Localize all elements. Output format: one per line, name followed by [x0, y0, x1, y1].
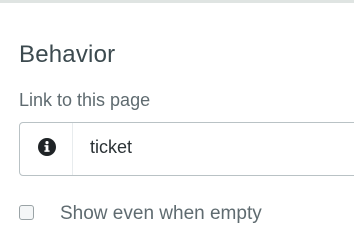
link-field-label: Link to this page — [19, 90, 151, 110]
show-empty-option[interactable]: Show even when empty — [19, 203, 349, 229]
link-input-group[interactable]: ticket — [19, 122, 354, 176]
section-title: Behavior — [19, 41, 116, 68]
settings-panel: Behavior Link to this page ticket Show e… — [0, 0, 354, 249]
show-empty-checkbox[interactable] — [19, 205, 34, 220]
section-divider — [0, 0, 354, 3]
link-input[interactable]: ticket — [90, 137, 132, 158]
input-addon-divider — [72, 123, 73, 175]
info-icon-container — [20, 123, 73, 175]
info-circle-icon — [37, 137, 57, 162]
show-empty-label[interactable]: Show even when empty — [60, 203, 262, 225]
